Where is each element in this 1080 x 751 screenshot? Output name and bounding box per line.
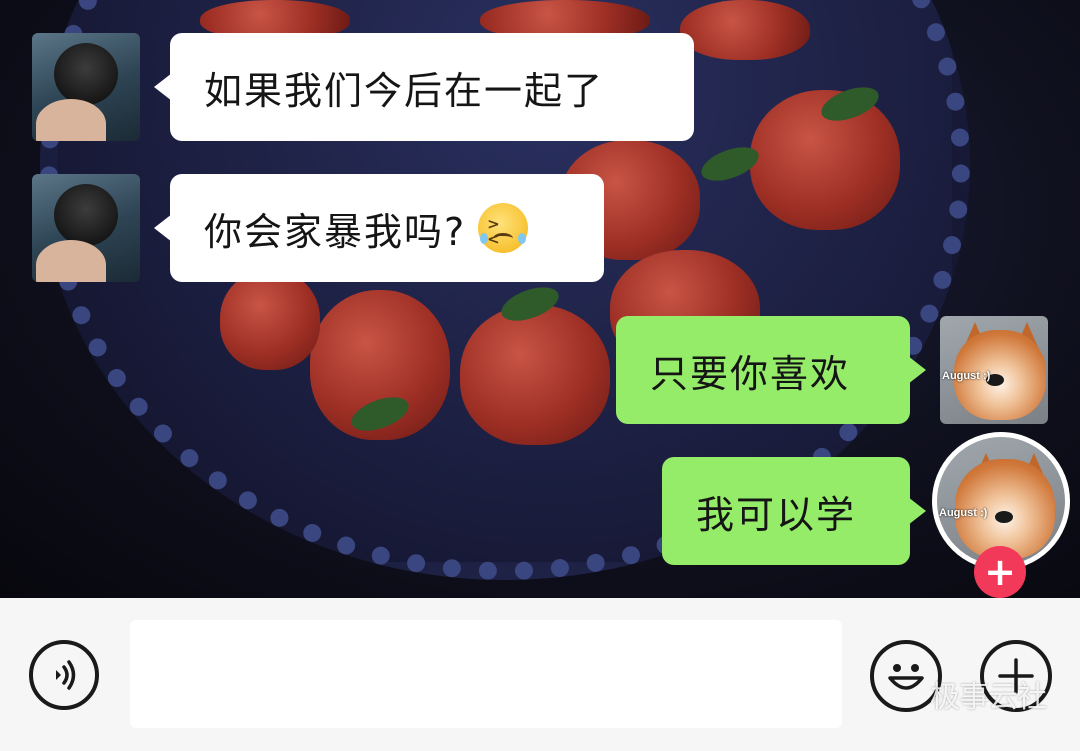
avatar-hair [54,43,118,105]
emoji-mouth [493,233,514,244]
incoming-message-bubble[interactable]: 如果我们今后在一起了 [154,33,694,141]
contact-avatar[interactable] [32,33,140,141]
chat-input-bar [0,598,1080,751]
avatar-hair [54,184,118,246]
message-text: 我可以学 [696,492,857,537]
self-avatar[interactable]: August :) [940,316,1048,424]
watermark: 极事云社 [930,680,1047,715]
voice-wave-icon [56,660,76,690]
background-strawberry [680,0,810,60]
message-text: 你会家暴我吗? [204,209,467,254]
incoming-message-bubble[interactable]: 你会家暴我吗? >< [154,174,604,282]
message-text: 如果我们今后在一起了 [204,68,605,113]
avatar-dog-nose [995,511,1013,523]
avatar-shoulder [36,240,106,282]
avatar-tag: August :) [942,370,991,382]
message-input[interactable] [130,620,842,728]
voice-input-button[interactable] [29,640,99,710]
contact-avatar[interactable] [32,174,140,282]
outgoing-message-bubble[interactable]: 只要你喜欢 [616,316,926,424]
background-strawberry [460,305,610,445]
smiley-face-icon [888,664,924,690]
add-follow-badge[interactable]: + [974,546,1026,598]
avatar-shoulder [36,99,106,141]
outgoing-message-bubble[interactable]: 我可以学 [662,457,926,565]
avatar-tag: August :) [939,507,988,519]
background-strawberry [220,270,320,370]
message-text: 只要你喜欢 [650,351,851,396]
tears-of-pain-emoji-icon: >< [478,203,529,253]
